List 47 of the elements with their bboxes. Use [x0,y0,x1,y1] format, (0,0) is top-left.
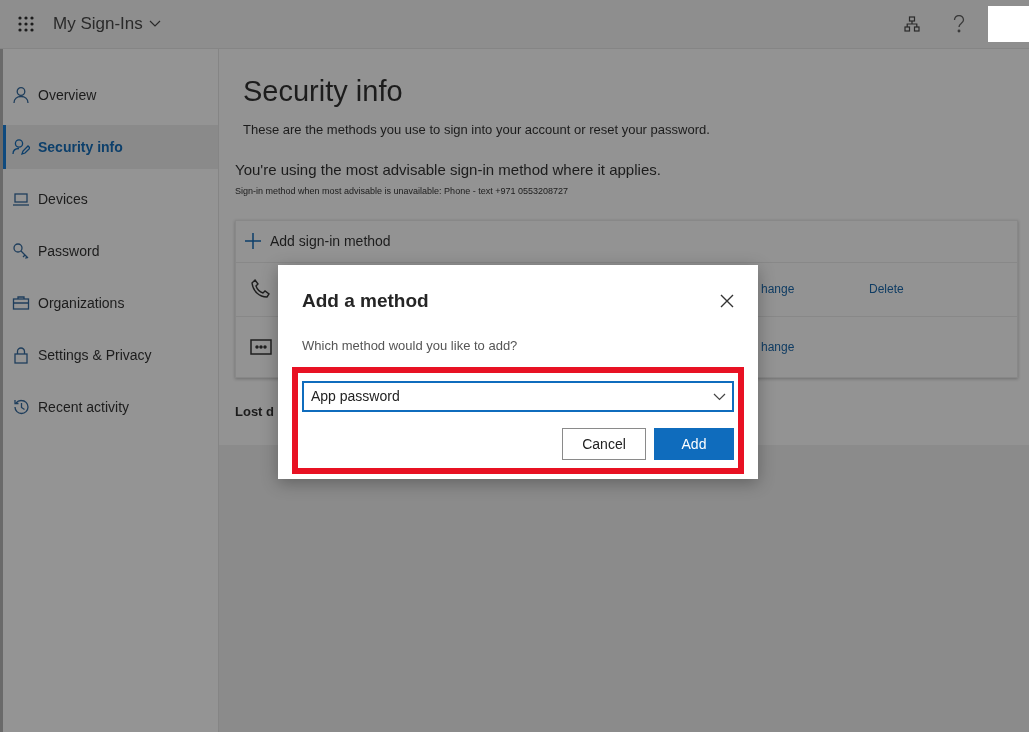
sidebar-item[interactable]: Devices [3,177,218,221]
fallback-note: Sign-in method when most advisable is unavailable: Phone - text +971 0553208727 [235,185,569,198]
key-icon [12,242,30,260]
sidebar-item[interactable]: Overview [3,73,218,117]
person-pen-icon [12,138,30,156]
sidebar-label: Recent activity [38,397,130,417]
add-method-button[interactable]: Add sign-in method [236,220,1017,263]
sidebar-label: Organizations [38,293,125,313]
sidebar-label: Devices [38,189,88,209]
page-title: Security info [243,77,404,106]
sidebar-label: Overview [38,85,97,105]
app-title-menu[interactable]: My Sign-Ins [53,11,161,37]
plus-icon [245,233,261,249]
sidebar-label: Password [38,241,100,261]
chevron-down-icon [148,20,161,28]
sidebar-item[interactable]: Settings & Privacy [3,333,218,377]
method-link[interactable]: hange [761,280,869,298]
dialog-question: Which method would you like to add? [302,336,519,355]
method-link[interactable]: Delete [869,280,904,298]
help-icon[interactable] [953,15,965,33]
add-button[interactable]: Add [654,428,734,460]
chevron-down-icon [713,392,726,401]
sidebar-item[interactable]: Password [3,229,218,273]
select-value: App password [311,387,400,406]
sidebar-item[interactable]: Organizations [3,281,218,325]
history-icon [12,398,30,416]
briefcase-icon [12,294,30,312]
status-message: You're using the most advisable sign-in method where it applies. [235,159,662,180]
sidebar-item[interactable]: Recent activity [3,385,218,429]
person-icon [12,86,30,104]
method-link[interactable]: hange [761,337,869,356]
sidebar-item[interactable]: Security info [3,125,218,169]
lock-icon [12,346,30,364]
sidebar-label: Security info [38,137,123,157]
method-select[interactable]: App password [302,381,734,412]
sidebar-label: Settings & Privacy [38,345,152,365]
close-icon[interactable] [720,294,734,309]
page-description: These are the methods you use to sign into your account or reset your password. [243,121,711,139]
lost-device-text: Lost d [235,402,275,421]
redaction-block [988,6,1029,42]
dialog-title: Add a method [302,289,429,313]
laptop-icon [12,190,30,208]
phone-icon [250,278,272,300]
cancel-button[interactable]: Cancel [562,428,646,460]
message-icon [250,337,272,356]
app-launcher-icon[interactable] [18,16,34,32]
org-chart-icon[interactable] [904,16,920,32]
